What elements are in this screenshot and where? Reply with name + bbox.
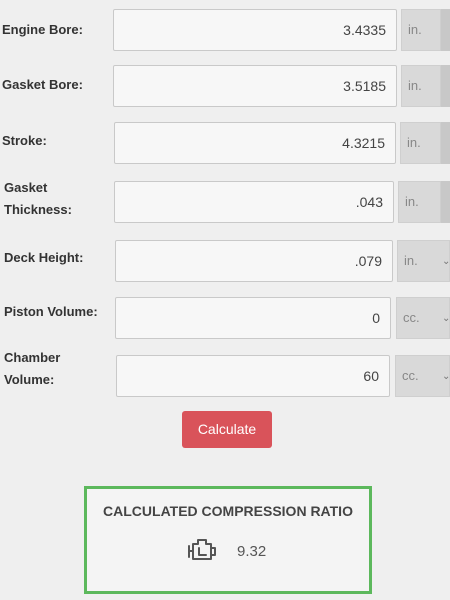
piston-volume-unit-select[interactable]: cc. ⌄	[396, 297, 450, 339]
result-value-row: 9.32	[87, 537, 369, 569]
piston-volume-label: Piston Volume:	[4, 304, 98, 319]
compression-calculator: Engine Bore: 3.4335 in. Gasket Bore: 3.5…	[0, 0, 450, 600]
result-panel: CALCULATED COMPRESSION RATIO 9.32	[84, 486, 372, 594]
stroke-label: Stroke:	[2, 133, 47, 148]
chevron-down-icon: ⌄	[442, 256, 450, 267]
gasket-thickness-unit-edge	[441, 181, 450, 223]
engine-icon	[188, 539, 216, 560]
result-value: 9.32	[237, 543, 267, 560]
deck-height-unit-label: in.	[404, 253, 418, 268]
gasket-bore-label: Gasket Bore:	[2, 77, 83, 92]
engine-bore-unit-edge	[441, 9, 450, 51]
chamber-volume-unit-label: cc.	[402, 368, 419, 383]
gasket-bore-input[interactable]: 3.5185	[113, 65, 397, 107]
chevron-down-icon: ⌄	[442, 313, 450, 324]
engine-bore-label: Engine Bore:	[2, 22, 83, 37]
piston-volume-input[interactable]: 0	[115, 297, 391, 339]
chevron-down-icon: ⌄	[442, 371, 450, 382]
gasket-bore-unit-select[interactable]: in.	[401, 65, 441, 107]
chamber-volume-unit-select[interactable]: cc. ⌄	[395, 355, 450, 397]
deck-height-unit-select[interactable]: in. ⌄	[397, 240, 450, 282]
gasket-thickness-input[interactable]: .043	[114, 181, 394, 223]
gasket-thickness-unit-select[interactable]: in.	[398, 181, 441, 223]
result-title: CALCULATED COMPRESSION RATIO	[103, 503, 353, 519]
gasket-bore-unit-edge	[441, 65, 450, 107]
piston-volume-unit-label: cc.	[403, 310, 420, 325]
chamber-volume-input[interactable]: 60	[116, 355, 390, 397]
stroke-unit-select[interactable]: in.	[400, 122, 441, 164]
stroke-unit-edge	[441, 122, 450, 164]
stroke-input[interactable]: 4.3215	[114, 122, 396, 164]
engine-bore-unit-select[interactable]: in.	[401, 9, 441, 51]
deck-height-input[interactable]: .079	[115, 240, 393, 282]
chamber-volume-label: Chamber Volume:	[4, 350, 61, 387]
deck-height-label: Deck Height:	[4, 250, 84, 265]
gasket-thickness-label: Gasket Thickness:	[4, 180, 72, 217]
calculate-button[interactable]: Calculate	[182, 411, 272, 448]
engine-bore-input[interactable]: 3.4335	[113, 9, 397, 51]
